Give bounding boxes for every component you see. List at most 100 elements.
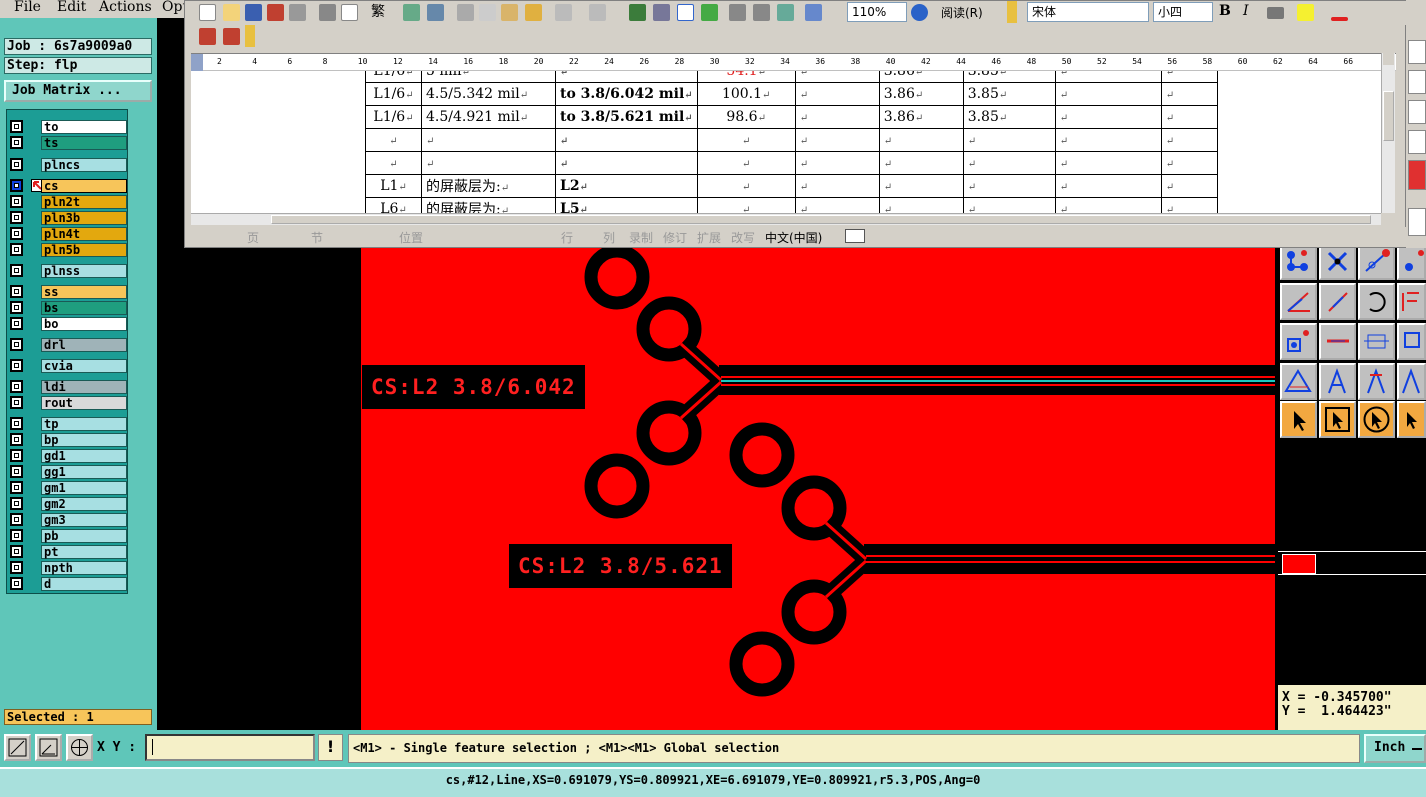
table-cell[interactable]: ↵ <box>1160 105 1218 129</box>
tool-select-circle-icon[interactable] <box>1358 401 1395 438</box>
tool-arch-icon[interactable] <box>1358 363 1395 400</box>
font-name-select[interactable]: 宋体 <box>1027 2 1149 22</box>
table-cell[interactable]: ↵ <box>962 151 1056 175</box>
tool-line-point-icon[interactable] <box>1358 243 1395 280</box>
layer-row-tp[interactable]: tp <box>9 416 129 431</box>
layer-name[interactable]: ss <box>41 284 127 299</box>
italic-button[interactable]: I <box>1243 3 1249 19</box>
table-cell[interactable]: ↵ <box>1054 151 1162 175</box>
layer-row-gm1[interactable]: gm1 <box>9 480 129 495</box>
layer-name[interactable]: pln2t <box>41 194 127 209</box>
convert-pdf-icon[interactable] <box>199 28 216 45</box>
layer-name[interactable]: to <box>41 119 127 134</box>
zoom-box-icon[interactable] <box>4 734 31 761</box>
layer-name[interactable]: gm2 <box>41 496 127 511</box>
tool-rotate-icon[interactable] <box>1358 283 1395 320</box>
horizontal-scrollbar[interactable] <box>191 213 1381 225</box>
zoom-select[interactable]: 110% <box>847 2 907 22</box>
menu-edit[interactable]: Edit <box>57 0 86 15</box>
table-cell[interactable]: ↵ <box>421 151 556 175</box>
layer-checkbox[interactable] <box>10 317 23 330</box>
layer-row-drl[interactable]: drl <box>9 337 129 352</box>
table-cell[interactable]: 4.5/4.921 mil↵ <box>421 105 556 129</box>
table-cell[interactable]: ↵ <box>794 128 880 152</box>
layer-checkbox[interactable] <box>10 545 23 558</box>
table-cell[interactable]: L6↵ <box>365 197 422 213</box>
table-cell[interactable]: 3.86↵ <box>878 82 964 106</box>
show-hide-icon[interactable] <box>805 4 822 21</box>
pdf-email-icon[interactable] <box>223 28 240 45</box>
table-cell[interactable]: L1/6↵ <box>365 105 422 129</box>
layer-name[interactable]: bp <box>41 432 127 447</box>
layer-row-d[interactable]: d <box>9 576 129 591</box>
table-cell[interactable]: ↵ <box>1054 82 1162 106</box>
layer-checkbox[interactable] <box>10 481 23 494</box>
table-cell[interactable]: ↵ <box>794 82 880 106</box>
layer-row-pln5b[interactable]: pln5b <box>9 242 129 257</box>
table-cell[interactable]: ↵ <box>878 174 964 198</box>
layer-checkbox[interactable] <box>10 120 23 133</box>
layer-checkbox[interactable] <box>10 396 23 409</box>
table-cell[interactable]: ↵ <box>696 197 796 213</box>
tool-connect-icon[interactable] <box>1280 243 1317 280</box>
layer-name[interactable]: pt <box>41 544 127 559</box>
table-cell[interactable]: ↵ <box>696 174 796 198</box>
table-cell[interactable]: ↵ <box>1054 71 1162 83</box>
layer-checkbox[interactable] <box>10 285 23 298</box>
layer-row-ldi[interactable]: ldi <box>9 379 129 394</box>
table-cell[interactable]: L5↵ <box>555 197 698 213</box>
layer-row-bp[interactable]: bp <box>9 432 129 447</box>
layer-checkbox[interactable] <box>10 513 23 526</box>
layer-name[interactable]: pln4t <box>41 226 127 241</box>
layer-row-gm3[interactable]: gm3 <box>9 512 129 527</box>
layer-name[interactable]: ldi <box>41 379 127 394</box>
tool-line-icon[interactable] <box>1319 323 1356 360</box>
layer-row-pln4t[interactable]: pln4t <box>9 226 129 241</box>
table-cell[interactable]: ↵ <box>1160 197 1218 213</box>
layer-checkbox[interactable] <box>10 359 23 372</box>
table-cell[interactable]: to 3.8/5.621 mil↵ <box>555 105 698 129</box>
tool-pad-icon[interactable] <box>1280 323 1317 360</box>
table-cell[interactable]: 的屏蔽层为:↵ <box>421 174 556 198</box>
spelling-status-icon[interactable] <box>845 229 865 243</box>
layer-row-pt[interactable]: pt <box>9 544 129 559</box>
reading-mode-button[interactable]: 阅读(R) <box>941 4 983 21</box>
table-cell[interactable]: ↵ <box>794 174 880 198</box>
layer-name[interactable]: cs <box>41 178 127 193</box>
layer-row-ts[interactable]: ts <box>9 135 129 150</box>
layer-checkbox[interactable] <box>10 158 23 171</box>
table-cell[interactable]: L1/6↵ <box>365 71 422 83</box>
tool-select-arrow-icon[interactable] <box>1280 401 1317 438</box>
table-cell[interactable]: ↵ <box>555 71 698 83</box>
bold-button[interactable]: B <box>1219 3 1231 19</box>
table-cell[interactable]: ↵ <box>1160 128 1218 152</box>
job-matrix-button[interactable]: Job Matrix ... <box>4 80 152 102</box>
tool-a2-icon[interactable] <box>1397 363 1426 400</box>
save-icon[interactable] <box>245 4 262 21</box>
table-cell[interactable]: ↵ <box>1054 174 1162 198</box>
research-icon[interactable] <box>427 4 444 21</box>
layer-row-pln2t[interactable]: pln2t <box>9 194 129 209</box>
layer-checkbox[interactable] <box>10 338 23 351</box>
tool-diagonal-icon[interactable] <box>1319 283 1356 320</box>
edge-button[interactable] <box>1408 208 1426 236</box>
new-doc-icon[interactable] <box>199 4 216 21</box>
layer-checkbox[interactable] <box>10 264 23 277</box>
help-icon[interactable] <box>1408 130 1426 154</box>
layer-row-gm2[interactable]: gm2 <box>9 496 129 511</box>
layer-row-to[interactable]: to <box>9 119 129 134</box>
layer-checkbox[interactable] <box>10 195 23 208</box>
tool-cross-icon[interactable] <box>1319 243 1356 280</box>
status-extend[interactable]: 扩展 <box>697 229 721 246</box>
table-cell[interactable]: 98.6↵ <box>696 105 796 129</box>
help-icon[interactable] <box>911 4 928 21</box>
align-center-icon[interactable] <box>1267 7 1284 19</box>
table-cell[interactable]: L1↵ <box>365 174 422 198</box>
layer-name[interactable]: gg1 <box>41 464 127 479</box>
redo-icon[interactable] <box>589 4 606 21</box>
layer-name[interactable]: pb <box>41 528 127 543</box>
layer-row-bo[interactable]: bo <box>9 316 129 331</box>
layer-name[interactable]: plncs <box>41 157 127 172</box>
layer-name[interactable]: bo <box>41 316 127 331</box>
pcb-board[interactable]: CS:L2 3.8/6.042 CS:L2 3.8/5.621 <box>361 248 1275 730</box>
